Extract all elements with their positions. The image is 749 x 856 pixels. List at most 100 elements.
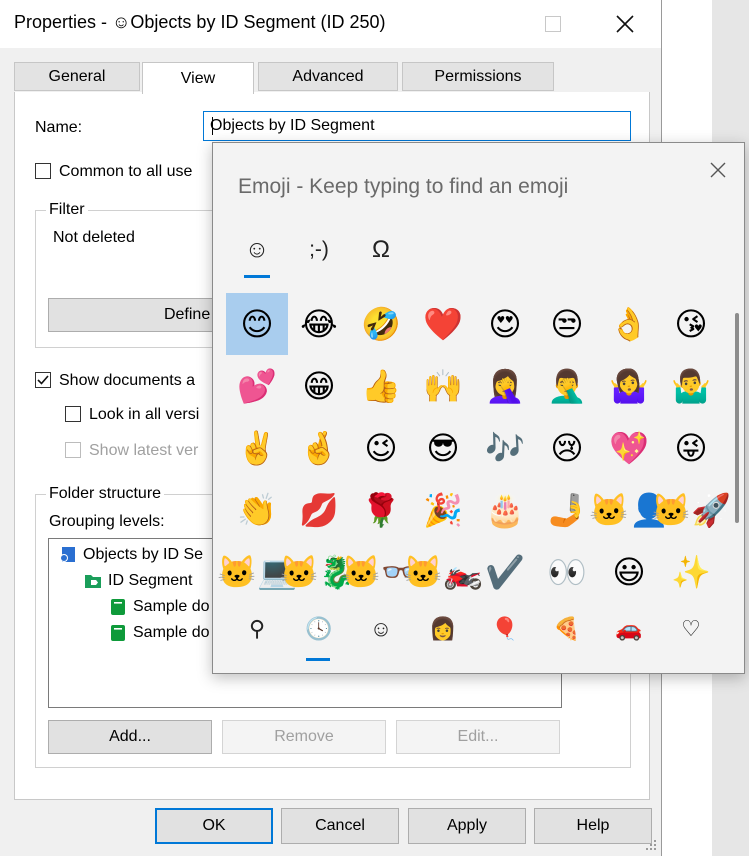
title-bar: Properties - ☺Objects by ID Segment (ID … — [0, 0, 661, 48]
emoji-cell[interactable]: 💖 — [598, 417, 660, 479]
emoji-cell[interactable]: 👀 — [536, 541, 598, 603]
look-all-versions-label: Look in all versi — [89, 406, 200, 423]
view-icon — [60, 547, 75, 562]
filter-text: Not deleted — [53, 229, 135, 246]
emoji-cell[interactable]: 💋 — [288, 479, 350, 541]
close-icon — [616, 15, 634, 33]
edit-button[interactable]: Edit... — [396, 720, 560, 754]
emoji-cell[interactable]: ✨ — [660, 541, 722, 603]
tab-view[interactable]: View — [142, 62, 254, 94]
emoji-cell[interactable]: 👍 — [350, 355, 412, 417]
show-documents-label: Show documents a — [59, 372, 196, 389]
people-icon[interactable]: 👩 — [421, 611, 465, 647]
tab-general[interactable]: General — [14, 62, 140, 91]
close-button[interactable] — [602, 4, 648, 44]
emoji-cell[interactable]: 💕 — [226, 355, 288, 417]
emoji-tab[interactable]: ☺ — [237, 233, 277, 267]
emoji-cell[interactable]: 😉 — [350, 417, 412, 479]
document-icon — [111, 599, 125, 615]
emoji-panel-close-button[interactable] — [703, 155, 733, 185]
emoji-cell[interactable]: 😜 — [660, 417, 722, 479]
active-tab-indicator — [244, 275, 270, 278]
emoji-cell[interactable]: 😢 — [536, 417, 598, 479]
resize-grip-icon[interactable] — [644, 838, 658, 852]
common-to-all-users-label: Common to all use — [59, 163, 193, 180]
recent-clock-icon[interactable]: 🕓 — [297, 611, 341, 647]
emoji-cell[interactable]: 🤦‍♀️ — [474, 355, 536, 417]
smiley-faces-icon[interactable]: ☺ — [359, 611, 403, 647]
kaomoji-tab[interactable]: ;-) — [299, 233, 339, 267]
emoji-cell[interactable]: 🎉 — [412, 479, 474, 541]
emoji-cell[interactable]: 😍 — [474, 293, 536, 355]
remove-button[interactable]: Remove — [222, 720, 386, 754]
emoji-cell[interactable]: 😁 — [288, 355, 350, 417]
tab-advanced[interactable]: Advanced — [258, 62, 398, 91]
emoji-cell[interactable]: ❤️ — [412, 293, 474, 355]
emoji-cell[interactable]: 🎶 — [474, 417, 536, 479]
add-button[interactable]: Add... — [48, 720, 212, 754]
emoji-cell[interactable]: 😘 — [660, 293, 722, 355]
search-icon[interactable]: ⚲ — [235, 611, 279, 647]
emoji-tab-icon: ☺ — [244, 236, 270, 263]
emoji-cell[interactable]: 🎂 — [474, 479, 536, 541]
show-latest-checkbox[interactable] — [65, 442, 81, 458]
emoji-cell[interactable]: 😊 — [226, 293, 288, 355]
common-to-all-users-checkbox[interactable] — [35, 163, 51, 179]
tree-item-sample-2[interactable]: Sample do — [109, 620, 210, 646]
maximize-icon — [545, 16, 561, 32]
filter-group-title: Filter — [46, 201, 88, 219]
name-input-value: Objects by ID Segment — [210, 117, 375, 134]
apply-button[interactable]: Apply — [408, 808, 526, 844]
name-input[interactable]: Objects by ID Segment — [203, 111, 631, 141]
tree-item-label: Sample do — [133, 624, 210, 641]
emoji-cell[interactable]: 🐱‍🏍 — [403, 541, 483, 603]
show-documents-checkbox[interactable] — [35, 372, 51, 388]
emoji-cell[interactable]: 😂 — [288, 293, 350, 355]
car-icon[interactable]: 🚗 — [607, 611, 651, 647]
emoji-cell[interactable]: 😃 — [598, 541, 660, 603]
tree-item-sample-1[interactable]: Sample do — [109, 594, 210, 620]
folder-structure-title: Folder structure — [46, 485, 165, 503]
maximize-button[interactable] — [530, 4, 576, 44]
emoji-cell[interactable]: 😒 — [536, 293, 598, 355]
emoji-panel: Emoji - Keep typing to find an emoji ☺ ;… — [212, 142, 745, 674]
text-caret — [212, 117, 213, 135]
name-label: Name: — [35, 119, 83, 136]
ok-button[interactable]: OK — [155, 808, 273, 844]
symbols-tab-icon: Ω — [372, 236, 390, 263]
help-button[interactable]: Help — [534, 808, 652, 844]
emoji-cell[interactable]: 🐱‍🚀 — [651, 479, 731, 541]
look-all-versions-checkbox[interactable] — [65, 406, 81, 422]
emoji-scrollbar[interactable] — [735, 313, 739, 523]
heart-icon[interactable]: ♡ — [669, 611, 713, 647]
emoji-cell[interactable]: ✔️ — [474, 541, 536, 603]
cancel-button[interactable]: Cancel — [281, 808, 399, 844]
emoji-cell[interactable]: 👌 — [598, 293, 660, 355]
checkmark-icon — [37, 375, 49, 385]
emoji-cell[interactable]: 🤦‍♂️ — [536, 355, 598, 417]
emoji-cell[interactable]: 🤣 — [350, 293, 412, 355]
folder-tag-icon — [85, 575, 101, 588]
balloon-icon[interactable]: 🎈 — [483, 611, 527, 647]
emoji-cell[interactable]: 🤞 — [288, 417, 350, 479]
emoji-cell[interactable]: 👏 — [226, 479, 288, 541]
define-filter-button[interactable]: Define Fi — [48, 298, 228, 332]
grouping-levels-label: Grouping levels: — [49, 513, 165, 530]
active-category-indicator — [306, 658, 330, 661]
emoji-cell[interactable]: 🤷‍♂️ — [660, 355, 722, 417]
tab-permissions[interactable]: Permissions — [402, 62, 554, 91]
food-pizza-icon[interactable]: 🍕 — [545, 611, 589, 647]
tree-item-label: Sample do — [133, 598, 210, 615]
emoji-cell[interactable]: 😎 — [412, 417, 474, 479]
emoji-cell[interactable]: 🙌 — [412, 355, 474, 417]
kaomoji-tab-icon: ;-) — [309, 238, 329, 261]
emoji-cell[interactable]: 🌹 — [350, 479, 412, 541]
tree-item-view[interactable]: Objects by ID Se — [59, 542, 203, 568]
tree-item-id-segment[interactable]: ID Segment — [84, 568, 192, 594]
emoji-cell[interactable]: ✌️ — [226, 417, 288, 479]
window-title: Properties - ☺Objects by ID Segment (ID … — [14, 12, 386, 32]
emoji-cell[interactable]: 🤷‍♀️ — [598, 355, 660, 417]
symbols-tab[interactable]: Ω — [361, 233, 401, 267]
document-icon — [111, 625, 125, 641]
tree-item-label: Objects by ID Se — [83, 546, 204, 563]
